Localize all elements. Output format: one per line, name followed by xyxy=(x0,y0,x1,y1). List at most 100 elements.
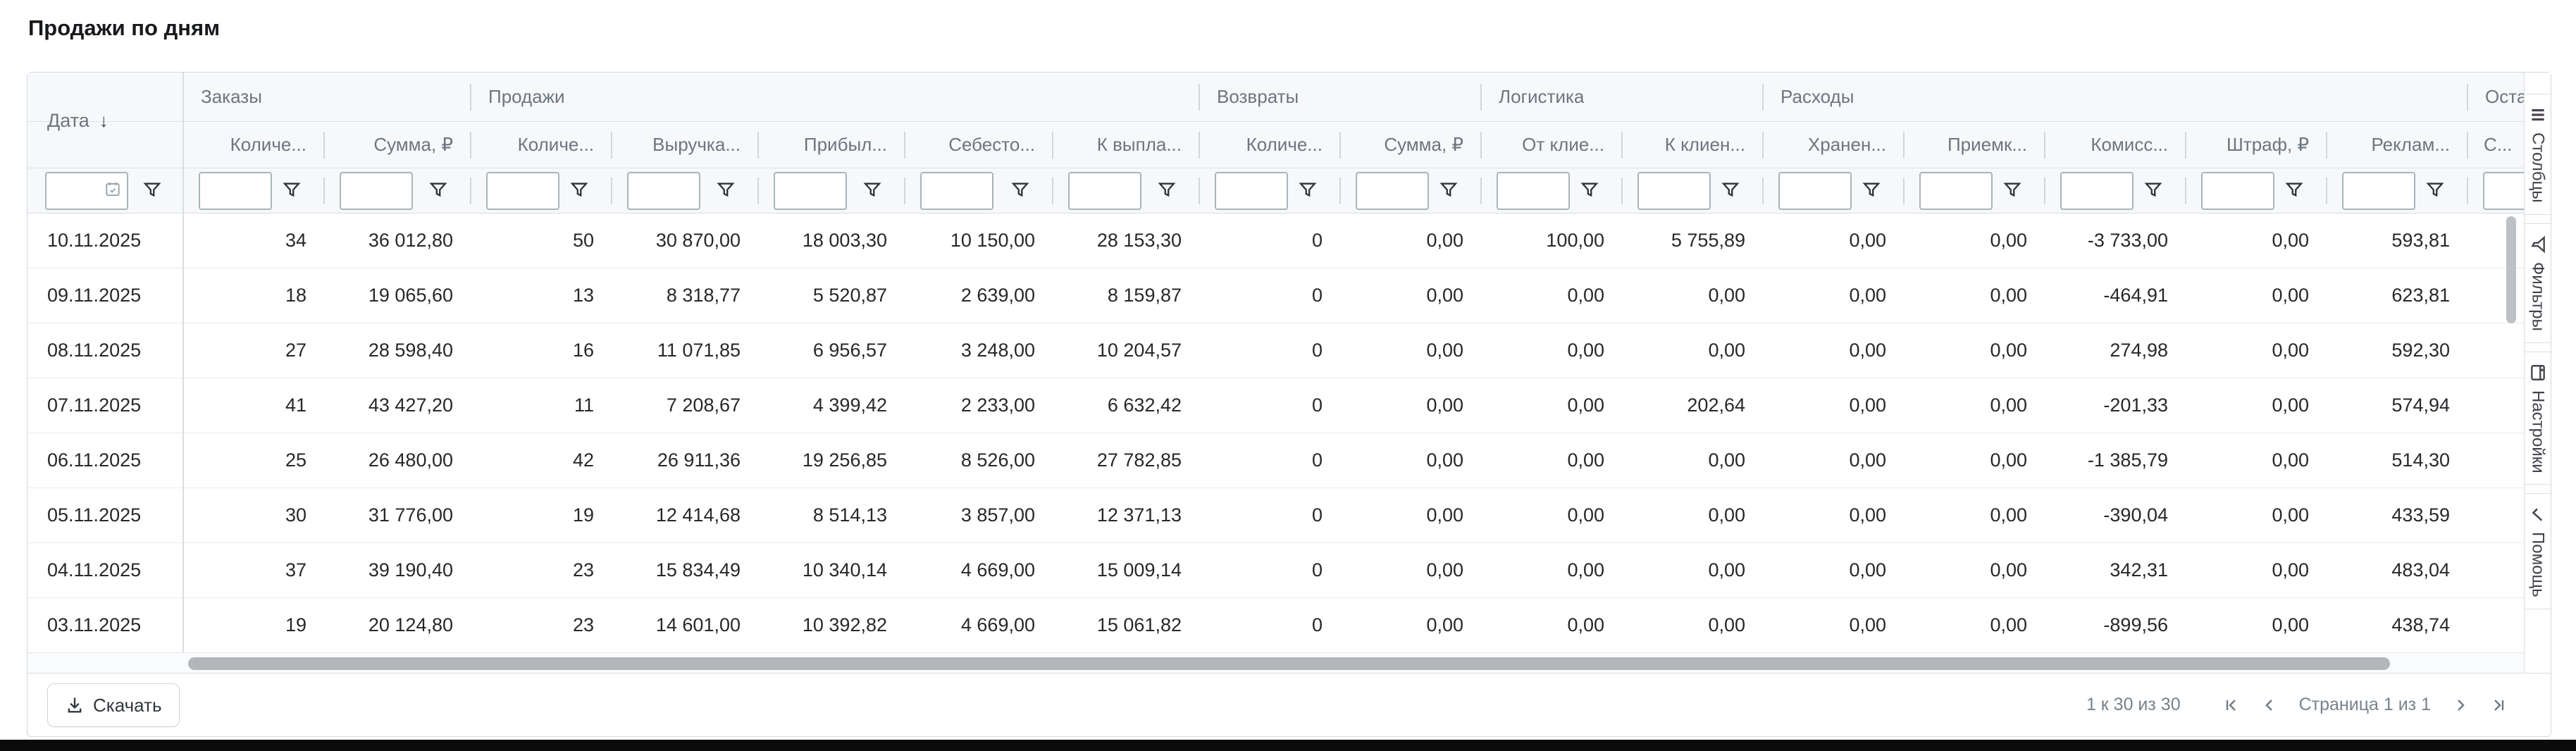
column-filter-menu-button[interactable] xyxy=(1156,180,1177,201)
column-header-cell[interactable]: Себесто... xyxy=(904,122,1052,168)
table-cell xyxy=(2467,323,2525,378)
column-header-label: Себесто... xyxy=(948,134,1035,156)
column-filter-menu-button[interactable] xyxy=(2143,180,2164,201)
column-filter-input[interactable] xyxy=(1778,172,1852,210)
sidebar-tab-settings[interactable]: Настройки xyxy=(2525,352,2551,485)
column-filter-input[interactable] xyxy=(199,172,272,210)
column-filter-input[interactable] xyxy=(2060,172,2134,210)
column-filter-menu-button[interactable] xyxy=(1720,180,1741,201)
table-cell: 0,00 xyxy=(1339,543,1480,597)
column-header-cell[interactable]: Выручка... xyxy=(611,122,757,168)
table-cell: 10 392,82 xyxy=(757,598,904,652)
column-filter-input[interactable] xyxy=(1215,172,1288,210)
horizontal-scrollbar[interactable] xyxy=(27,652,2525,674)
column-filter-menu-button[interactable] xyxy=(569,180,590,201)
column-filter-menu-button[interactable] xyxy=(1579,180,1600,201)
column-filter-menu-button[interactable] xyxy=(428,180,449,201)
sort-descending-icon[interactable]: ↓ xyxy=(99,110,109,132)
date-cell: 05.11.2025 xyxy=(27,488,182,542)
column-separator xyxy=(2326,178,2327,204)
table-cell: 0,00 xyxy=(1621,543,1762,597)
table-cell: 27 xyxy=(182,323,323,378)
column-header-cell[interactable]: Реклам... xyxy=(2326,122,2467,168)
table-cell: 0,00 xyxy=(2185,433,2326,488)
column-header-cell[interactable]: С... xyxy=(2467,122,2525,168)
horizontal-scrollbar-thumb[interactable] xyxy=(188,657,2390,670)
date-cell: 10.11.2025 xyxy=(27,213,182,268)
column-filter-menu-button[interactable] xyxy=(1297,180,1318,201)
previous-page-button[interactable] xyxy=(2261,697,2278,714)
column-filter-input[interactable] xyxy=(1356,172,1429,210)
table-cell: 0 xyxy=(1199,213,1339,268)
group-header-label: Логистика xyxy=(1499,86,1584,108)
first-page-button[interactable] xyxy=(2223,697,2240,714)
column-filter-input[interactable] xyxy=(1068,172,1141,210)
column-header-cell[interactable]: Количе... xyxy=(470,122,611,168)
download-button[interactable]: Скачать xyxy=(47,683,180,727)
column-filter-input[interactable] xyxy=(486,172,559,210)
group-header-cell: Остатки xyxy=(2467,73,2525,121)
table-cell: 0,00 xyxy=(1762,543,1903,597)
table-cell: 30 xyxy=(182,488,323,542)
column-separator xyxy=(1339,178,1341,204)
date-filter-menu-button[interactable] xyxy=(142,180,163,201)
next-page-button[interactable] xyxy=(2452,697,2469,714)
vertical-scrollbar-thumb[interactable] xyxy=(2506,216,2516,323)
column-header-cell[interactable]: Комисс... xyxy=(2044,122,2185,168)
column-filter-menu-button[interactable] xyxy=(2425,180,2446,201)
column-filter-menu-button[interactable] xyxy=(2284,180,2305,201)
column-filter-menu-button[interactable] xyxy=(281,180,302,201)
column-header-cell[interactable]: Хранен... xyxy=(1762,122,1903,168)
column-filter-input[interactable] xyxy=(920,172,993,210)
column-filter-input[interactable] xyxy=(2342,172,2415,210)
date-column-header[interactable]: Дата ↓ xyxy=(27,73,182,168)
column-header-cell[interactable]: От клие... xyxy=(1480,122,1621,168)
column-header-cell[interactable]: К выпла... xyxy=(1052,122,1199,168)
column-header-cell[interactable]: Прибыл... xyxy=(757,122,904,168)
column-header-cell[interactable]: Приемк... xyxy=(1903,122,2044,168)
filter-funnel-icon xyxy=(862,180,882,200)
column-separator xyxy=(1480,132,1482,159)
column-header-cell[interactable]: Количе... xyxy=(1199,122,1339,168)
sidebar-tab-columns[interactable]: Столбцы xyxy=(2525,94,2551,215)
column-filter-menu-button[interactable] xyxy=(862,180,883,201)
column-filter-input[interactable] xyxy=(1497,172,1570,210)
column-header-cell[interactable]: Сумма, ₽ xyxy=(323,122,470,168)
vertical-scrollbar[interactable] xyxy=(2506,216,2516,329)
sidebar-tab-filters[interactable]: Фильтры xyxy=(2525,223,2551,343)
table-cell: 10 150,00 xyxy=(904,213,1052,268)
group-header-cell: Логистика xyxy=(1480,73,1762,121)
column-filter-cell xyxy=(2467,168,2525,213)
column-filter-input[interactable] xyxy=(1919,172,1993,210)
table-cell: 0,00 xyxy=(2185,323,2326,378)
column-header-cell[interactable]: Сумма, ₽ xyxy=(1339,122,1480,168)
column-separator xyxy=(2044,178,2045,204)
column-filter-cell xyxy=(182,168,323,213)
column-filter-input[interactable] xyxy=(774,172,847,210)
column-filter-input[interactable] xyxy=(627,172,700,210)
column-filter-menu-button[interactable] xyxy=(2002,180,2023,201)
column-filter-input[interactable] xyxy=(2483,172,2525,210)
last-page-button[interactable] xyxy=(2490,697,2507,714)
column-filter-menu-button[interactable] xyxy=(1438,180,1459,201)
column-header-cell[interactable]: Количе... xyxy=(182,122,323,168)
column-header-cell[interactable]: Штраф, ₽ xyxy=(2185,122,2326,168)
column-filter-input[interactable] xyxy=(340,172,413,210)
table-row: 10.11.20253436 012,805030 870,0018 003,3… xyxy=(27,213,2525,268)
column-filter-input[interactable] xyxy=(1637,172,1711,210)
table-cell: 0,00 xyxy=(1480,543,1621,597)
table-cell: 34 xyxy=(182,213,323,268)
column-filter-menu-button[interactable] xyxy=(715,180,736,201)
filter-funnel-icon xyxy=(1580,180,1599,200)
table-row: 07.11.20254143 427,20117 208,674 399,422… xyxy=(27,378,2525,433)
column-filter-menu-button[interactable] xyxy=(1010,180,1031,201)
column-separator xyxy=(1621,132,1623,159)
column-filter-input[interactable] xyxy=(2201,172,2274,210)
sidebar-tab-help[interactable]: Помощь xyxy=(2525,493,2551,609)
date-filter-input[interactable] xyxy=(45,172,128,210)
column-filter-menu-button[interactable] xyxy=(1861,180,1882,201)
column-header-cell[interactable]: К клиен... xyxy=(1621,122,1762,168)
column-filter-cell xyxy=(1621,168,1762,213)
column-separator xyxy=(323,178,325,204)
column-header-label: К выпла... xyxy=(1097,134,1182,156)
